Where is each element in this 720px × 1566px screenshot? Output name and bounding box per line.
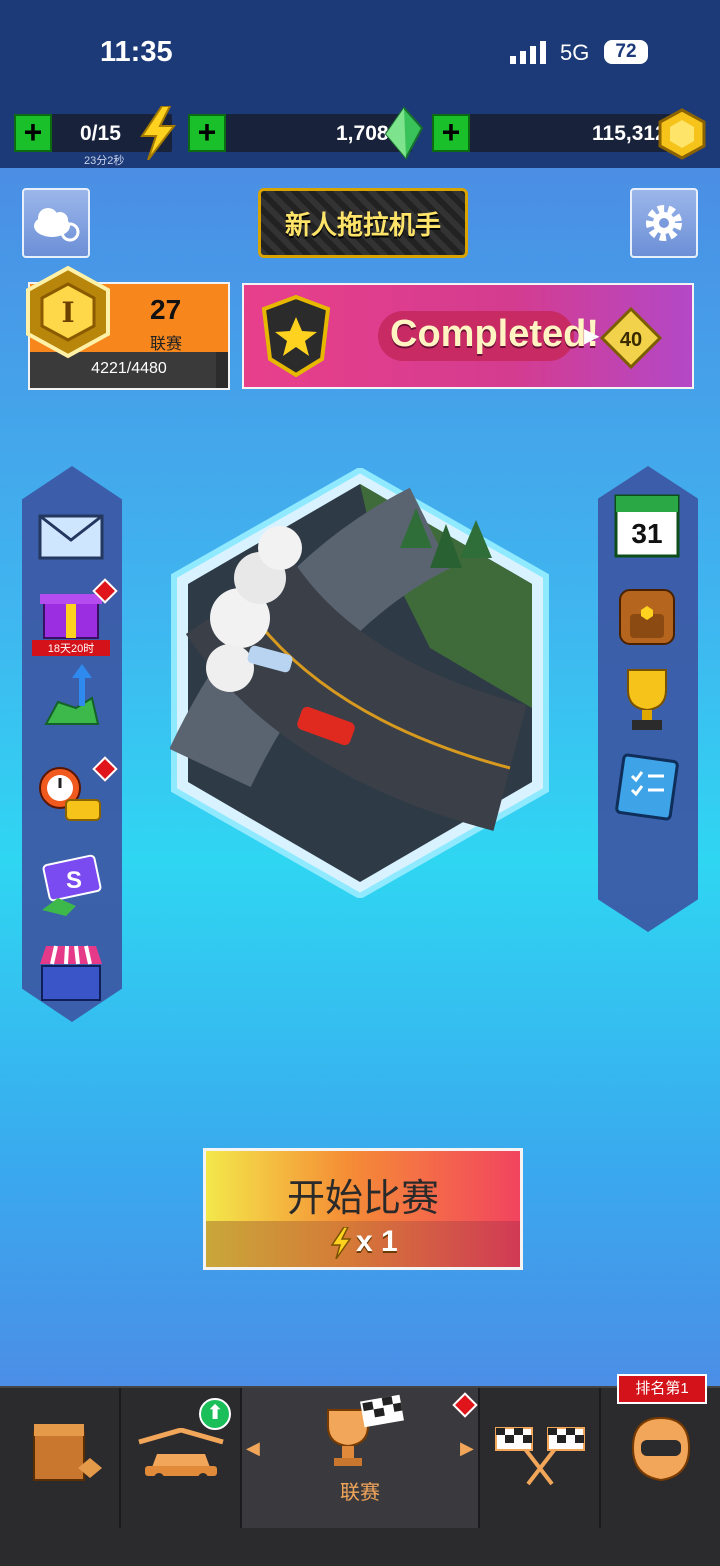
top-bar: 11:35 5G 72 + 0/15 23分2秒 + 1,708 + 115,3… bbox=[0, 0, 720, 168]
gear-icon bbox=[646, 205, 682, 241]
helmet-icon bbox=[631, 1416, 691, 1482]
gem-icon bbox=[384, 106, 424, 160]
energy-cost-text: x 1 bbox=[356, 1225, 398, 1258]
nav-garage-store[interactable] bbox=[0, 1388, 121, 1528]
box-icon bbox=[33, 1424, 102, 1481]
cloud-sync-icon bbox=[34, 208, 80, 242]
car-icon bbox=[138, 1428, 224, 1483]
gift-timer: 18天20时 bbox=[32, 640, 110, 656]
trophy-button[interactable] bbox=[612, 664, 682, 734]
nav-league[interactable]: ◀ 联赛 ▶ bbox=[242, 1388, 480, 1528]
gem-upgrade-button[interactable] bbox=[36, 664, 106, 734]
rank-title-badge[interactable]: 新人拖拉机手 bbox=[258, 188, 468, 258]
shop-button[interactable] bbox=[36, 940, 106, 1010]
nav-cars[interactable]: ⬆ bbox=[121, 1388, 242, 1528]
reward-amount: 40 bbox=[620, 329, 642, 351]
league-level: I bbox=[61, 296, 74, 329]
gem-counter: + 1,708 bbox=[188, 114, 412, 152]
battery-indicator: 72 bbox=[604, 40, 648, 64]
nav-events[interactable] bbox=[480, 1388, 601, 1528]
nav-right-arrow-icon: ▶ bbox=[460, 1438, 474, 1458]
mail-icon bbox=[38, 514, 104, 560]
checkered-flags-icon bbox=[495, 1427, 585, 1486]
bottom-nav: ⬆ ◀ 联赛 ▶ 排名第1 bbox=[0, 1374, 720, 1566]
league-emblem-icon: I bbox=[26, 265, 110, 359]
track-preview[interactable] bbox=[170, 468, 550, 898]
mail-button[interactable] bbox=[36, 494, 106, 564]
energy-value: 0/15 bbox=[80, 122, 121, 145]
coin-counter: + 115,312 bbox=[432, 114, 674, 152]
signal-icon bbox=[510, 41, 546, 64]
event-status-text: Completed! bbox=[390, 313, 599, 355]
backpack-icon bbox=[619, 589, 675, 645]
tasks-button[interactable] bbox=[612, 752, 682, 822]
checklist-icon bbox=[615, 753, 679, 821]
league-progress-text: 4221/4480 bbox=[91, 360, 167, 377]
league-number: 27 bbox=[150, 294, 182, 325]
league-label: 联赛 bbox=[150, 336, 183, 353]
rank-title: 新人拖拉机手 bbox=[284, 210, 441, 240]
star-shield-icon bbox=[261, 295, 331, 377]
start-race-label: 开始比赛 bbox=[286, 1178, 439, 1220]
rank-badge: 排名第1 bbox=[617, 1374, 707, 1404]
svg-text:S: S bbox=[66, 867, 82, 894]
special-offer-button[interactable]: S bbox=[36, 850, 106, 920]
add-energy-button[interactable]: + bbox=[14, 114, 52, 152]
backpack-button[interactable] bbox=[612, 578, 682, 648]
nav-profile[interactable]: 排名第1 bbox=[601, 1374, 720, 1528]
settings-button[interactable] bbox=[630, 188, 698, 258]
gift-button[interactable]: 18天20时 bbox=[32, 578, 118, 656]
arrow-right-icon: ▶ bbox=[584, 325, 600, 347]
status-time: 11:35 bbox=[100, 36, 173, 68]
reward-gem-icon: 40 bbox=[600, 307, 662, 369]
lightning-icon bbox=[140, 106, 177, 160]
calendar-day: 31 bbox=[631, 518, 663, 549]
league-alert-dot bbox=[452, 1392, 478, 1418]
event-banner[interactable]: Completed! ▶ 40 bbox=[242, 283, 694, 389]
coin-icon bbox=[658, 108, 706, 160]
gem-value: 1,708 bbox=[336, 122, 389, 145]
nav-left-arrow-icon: ◀ bbox=[246, 1438, 260, 1458]
add-gems-button[interactable]: + bbox=[188, 114, 226, 152]
timed-coins-button[interactable] bbox=[36, 756, 118, 830]
energy-cost-icon bbox=[330, 1226, 352, 1264]
league-trophy-flag-icon bbox=[327, 1394, 404, 1466]
cloud-sync-button[interactable] bbox=[22, 188, 90, 258]
nav-league-label: 联赛 bbox=[340, 1482, 380, 1504]
energy-timer: 23分2秒 bbox=[84, 155, 125, 167]
calendar-button[interactable]: 31 bbox=[612, 490, 682, 560]
special-card-icon: S bbox=[42, 854, 102, 916]
network-label: 5G bbox=[560, 40, 590, 65]
shop-icon bbox=[40, 945, 102, 1001]
add-coins-button[interactable]: + bbox=[432, 114, 470, 152]
gem-upgrade-icon bbox=[44, 664, 100, 725]
trophy-icon bbox=[627, 669, 667, 730]
start-race-button[interactable]: 开始比赛 x 1 bbox=[203, 1148, 523, 1270]
upgrade-arrow-icon: ⬆ bbox=[199, 1398, 231, 1430]
